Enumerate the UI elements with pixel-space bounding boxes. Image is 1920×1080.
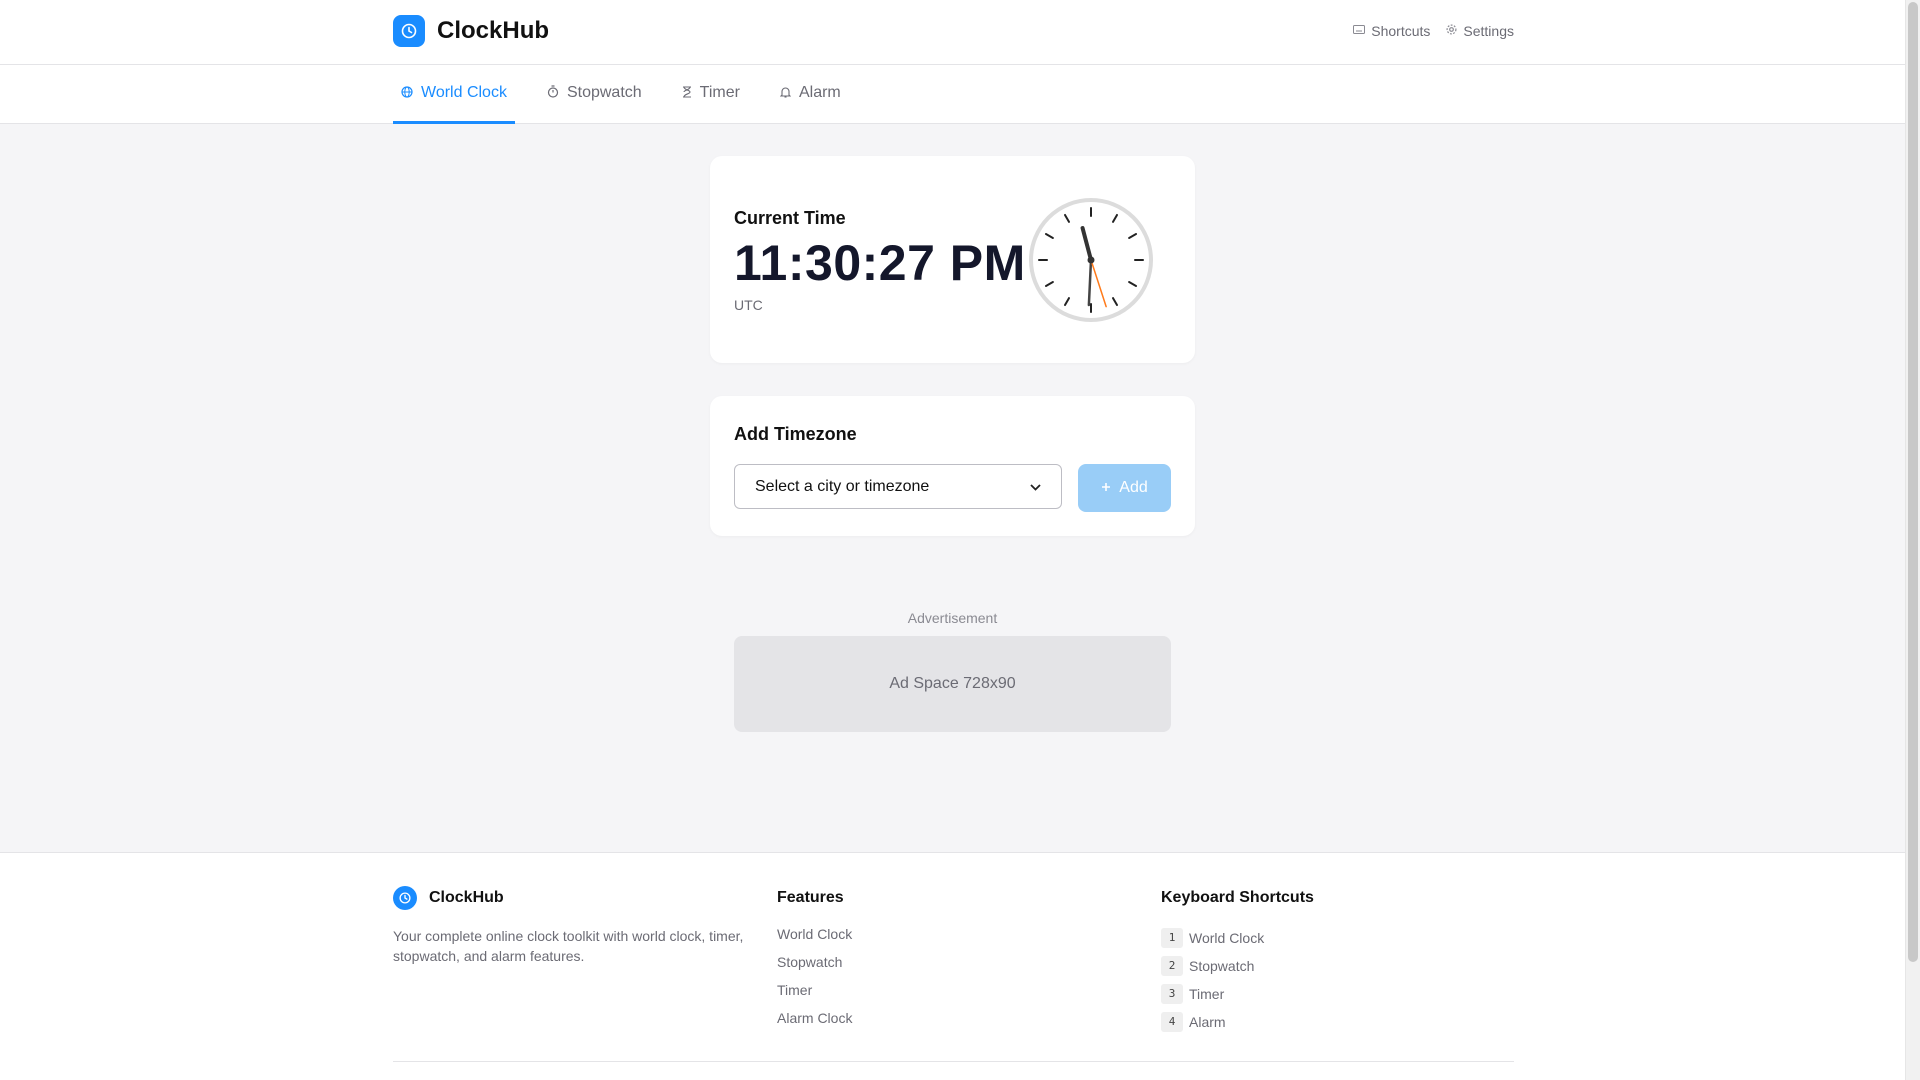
main-content: Current Time 11:30:27 PM UTC Add Timezon… (0, 124, 1920, 852)
footer-link-world-clock[interactable]: World Clock (777, 924, 1147, 952)
footer-features: Features World Clock Stopwatch Timer Ala… (777, 886, 1147, 1036)
advertisement-label: Advertisement (907, 610, 998, 626)
tab-stopwatch[interactable]: Stopwatch (539, 65, 650, 124)
shortcut-label: World Clock (1189, 930, 1265, 946)
tab-label: Stopwatch (566, 84, 642, 101)
gear-icon (1446, 24, 1457, 38)
clock-icon (393, 886, 417, 910)
scrollbar-thumb[interactable] (1908, 2, 1918, 962)
clock-center (1087, 256, 1095, 264)
footer-link-stopwatch[interactable]: Stopwatch (777, 952, 1147, 980)
bell-icon (779, 86, 792, 101)
settings-label: Settings (1463, 23, 1514, 39)
shortcut-item: 2 Stopwatch (1161, 952, 1531, 980)
header-links: Shortcuts Settings (1353, 23, 1514, 39)
chevron-down-icon (1030, 480, 1041, 494)
plus-icon (1101, 479, 1111, 497)
shortcut-key: 4 (1161, 1012, 1183, 1032)
brand-name: ClockHub (437, 17, 550, 44)
shortcut-label: Stopwatch (1189, 958, 1255, 974)
footer-link-timer[interactable]: Timer (777, 980, 1147, 1008)
footer-divider (393, 1061, 1514, 1062)
current-time-label: Current Time (734, 208, 846, 228)
analog-clock (1029, 198, 1153, 322)
keyboard-icon (1353, 25, 1366, 37)
shortcut-key: 1 (1161, 928, 1183, 948)
ad-placeholder-text: Ad Space 728x90 (889, 675, 1016, 692)
features-list: World Clock Stopwatch Timer Alarm Clock (777, 924, 1147, 1036)
shortcuts-label: Shortcuts (1371, 23, 1431, 39)
clock-icon (393, 15, 425, 47)
footer-about: ClockHub Your complete online clock tool… (393, 886, 763, 966)
footer-link-alarm-clock[interactable]: Alarm Clock (777, 1008, 1147, 1036)
shortcuts-link[interactable]: Shortcuts (1353, 23, 1430, 39)
tab-world-clock[interactable]: World Clock (393, 65, 515, 124)
vertical-scrollbar[interactable] (1905, 0, 1920, 1080)
shortcuts-heading: Keyboard Shortcuts (1161, 889, 1314, 906)
top-header: ClockHub Shortcuts Settings (0, 0, 1920, 65)
features-heading: Features (777, 889, 844, 906)
tab-label: Alarm (798, 84, 841, 101)
globe-icon (401, 85, 413, 101)
shortcut-item: 1 World Clock (1161, 924, 1531, 952)
digital-time: 11:30:27 PM (734, 235, 1026, 291)
ad-space[interactable]: Ad Space 728x90 (734, 636, 1171, 732)
stopwatch-icon (547, 85, 559, 101)
footer-brand: ClockHub (393, 886, 763, 910)
shortcut-item: 3 Timer (1161, 980, 1531, 1008)
timezone-select-value: Select a city or timezone (755, 477, 930, 495)
current-time-card: Current Time 11:30:27 PM UTC (710, 156, 1195, 363)
tab-label: World Clock (421, 84, 507, 101)
settings-link[interactable]: Settings (1446, 23, 1514, 39)
tab-timer[interactable]: Timer (674, 65, 748, 124)
footer-shortcuts: Keyboard Shortcuts 1 World Clock 2 Stopw… (1161, 886, 1531, 1036)
tab-alarm[interactable]: Alarm (772, 65, 849, 124)
timezone-label: UTC (734, 297, 763, 313)
shortcut-label: Alarm (1189, 1014, 1226, 1030)
page: ClockHub Shortcuts Settings World Clock … (0, 0, 1920, 1080)
shortcut-item: 4 Alarm (1161, 1008, 1531, 1036)
footer-brand-name: ClockHub (429, 889, 504, 906)
shortcut-key: 2 (1161, 956, 1183, 976)
shortcut-label: Timer (1189, 986, 1225, 1002)
tab-bar: World Clock Stopwatch Timer Alarm (0, 65, 1920, 124)
shortcut-key: 3 (1161, 984, 1183, 1004)
hourglass-icon (682, 85, 692, 101)
tab-label: Timer (699, 84, 740, 101)
footer-description: Your complete online clock toolkit with … (393, 928, 744, 964)
add-timezone-title: Add Timezone (734, 424, 857, 444)
add-button-label: Add (1119, 479, 1148, 496)
shortcuts-list: 1 World Clock 2 Stopwatch 3 Timer 4 Alar… (1161, 924, 1531, 1036)
brand[interactable]: ClockHub (393, 15, 549, 47)
add-timezone-button[interactable]: Add (1078, 464, 1171, 512)
add-timezone-card: Add Timezone Select a city or timezone A… (710, 396, 1195, 536)
timezone-select[interactable]: Select a city or timezone (734, 464, 1062, 509)
footer: ClockHub Your complete online clock tool… (0, 852, 1920, 1080)
